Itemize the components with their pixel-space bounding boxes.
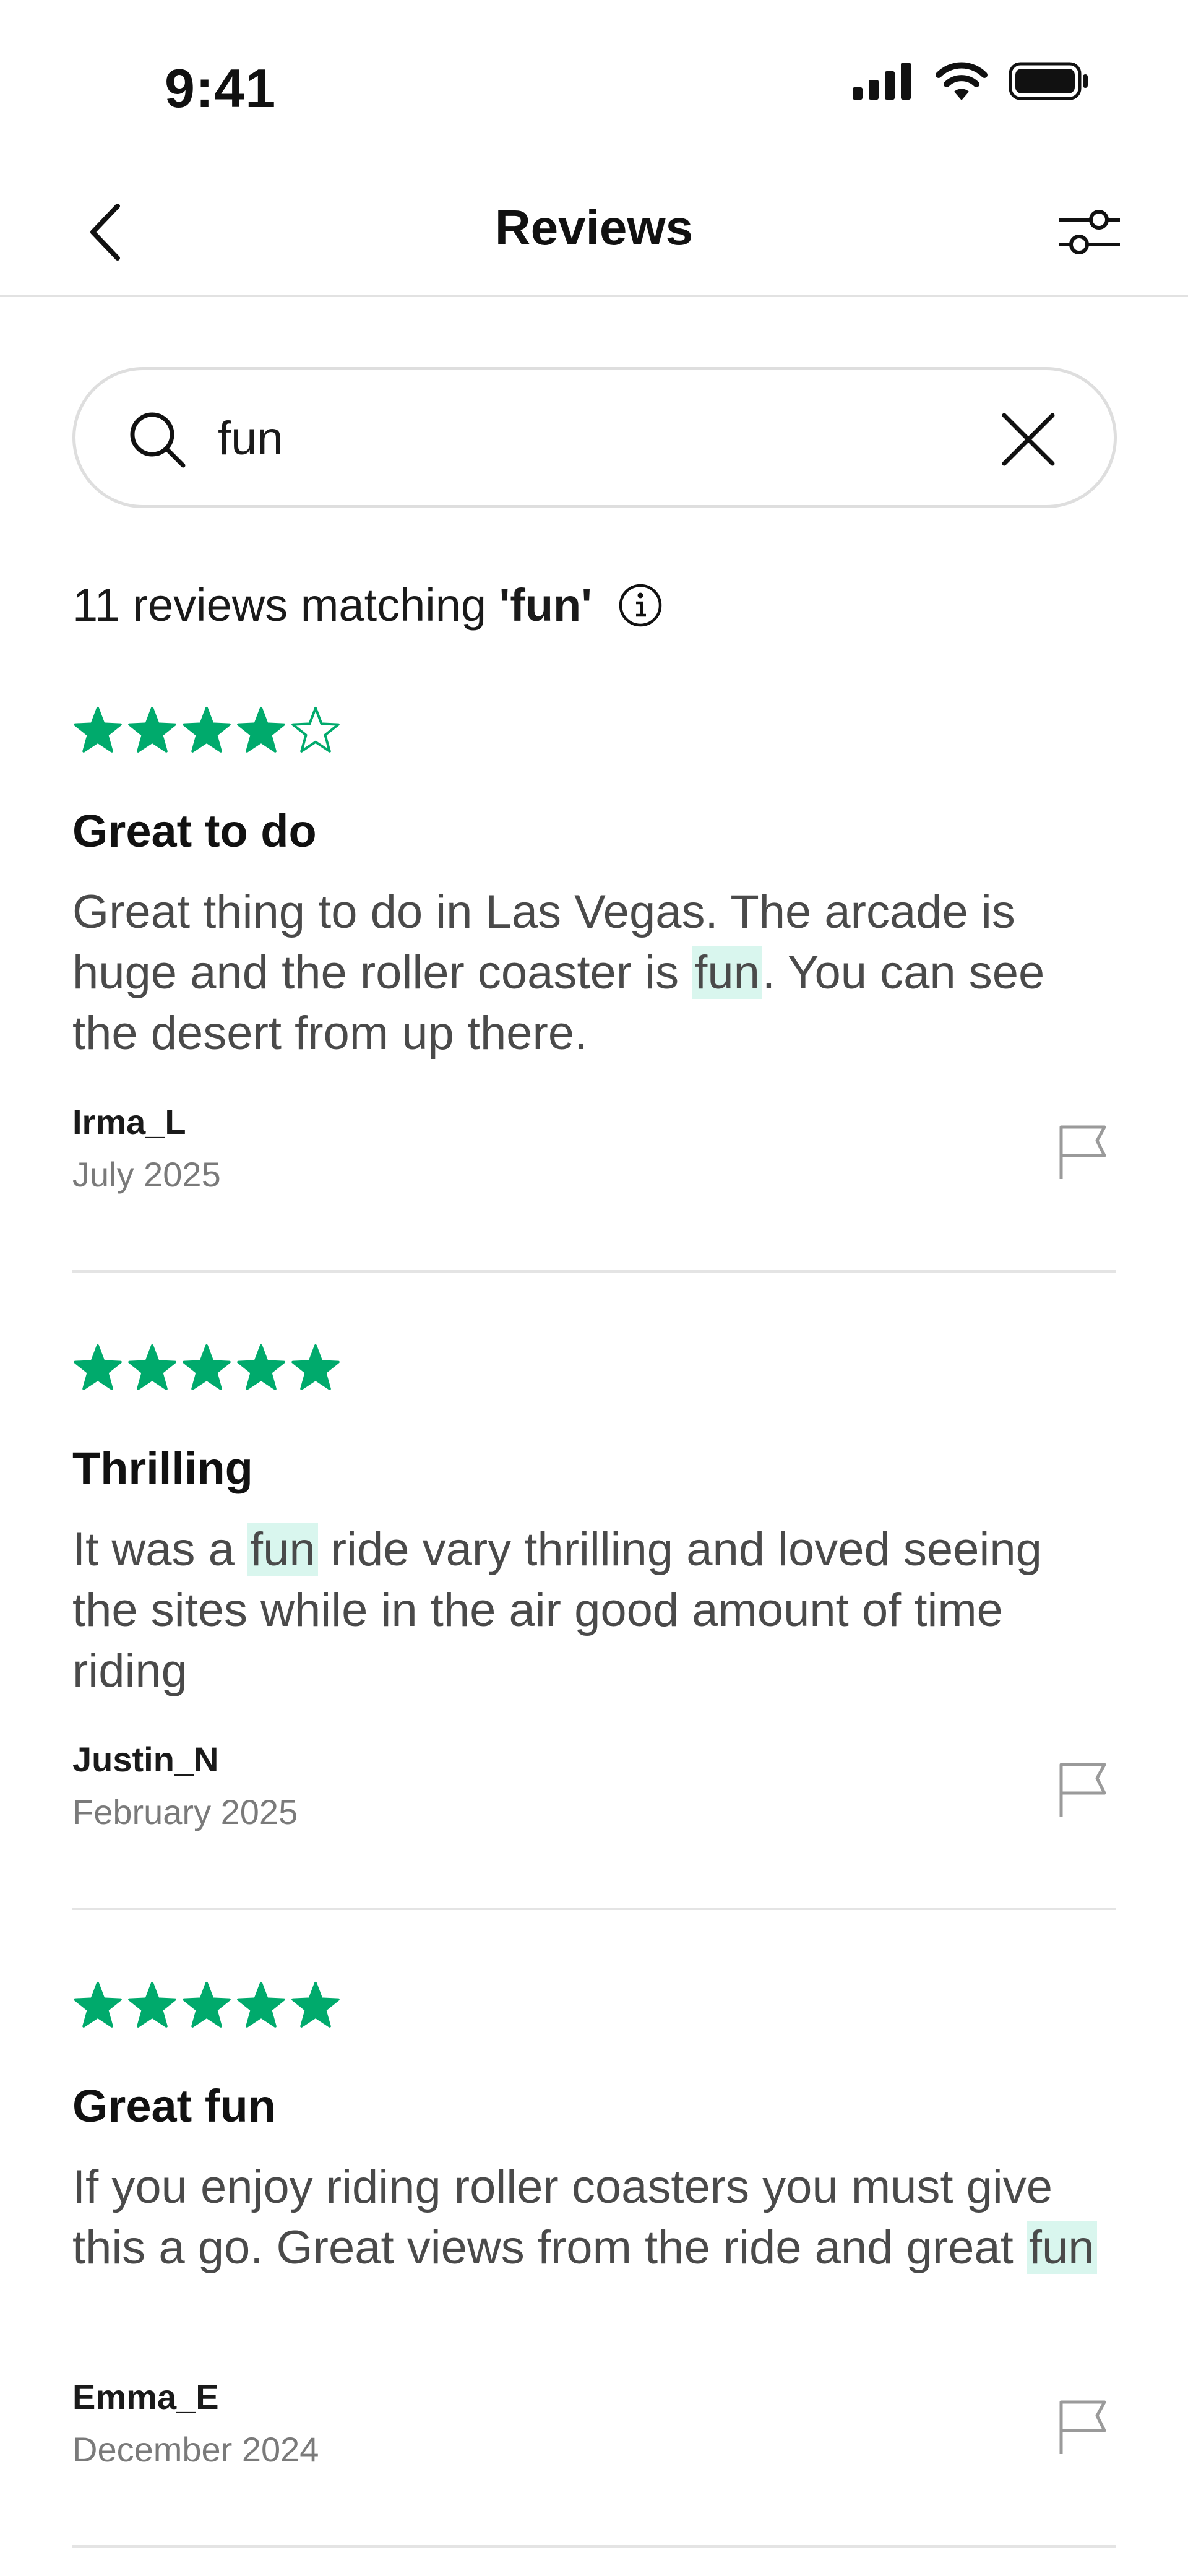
status-icons — [853, 62, 1089, 100]
star-rating — [72, 706, 1116, 761]
star-filled-icon — [74, 1982, 122, 2028]
battery-icon — [1009, 62, 1088, 100]
review-author[interactable]: Emma_E — [72, 2377, 219, 2417]
flag-icon[interactable] — [1057, 1761, 1109, 1818]
star-empty-icon — [291, 707, 340, 753]
star-filled-icon — [237, 1982, 285, 2028]
signal-icon — [853, 63, 911, 100]
review-date: July 2025 — [72, 1155, 221, 1194]
star-filled-icon — [291, 1344, 340, 1390]
clear-search-button[interactable] — [997, 408, 1059, 470]
review-body-text: If you enjoy riding roller coasters you … — [72, 2161, 1053, 2274]
search-match-highlight: fun — [1026, 2221, 1097, 2274]
star-filled-icon — [183, 1344, 231, 1390]
review-date: February 2025 — [72, 1792, 298, 1831]
star-filled-icon — [183, 707, 231, 753]
review-body: Great thing to do in Las Vegas. The arca… — [72, 882, 1116, 1064]
review-body-text: It was a — [72, 1523, 248, 1576]
search-icon — [130, 412, 186, 468]
status-time: 9:41 — [165, 58, 277, 119]
results-summary: 11 reviews matching 'fun' — [72, 579, 663, 631]
star-filled-icon — [128, 1982, 176, 2028]
nav-bar: Reviews — [0, 167, 1188, 297]
star-rating — [72, 1981, 1116, 2036]
review-card: Great fun If you enjoy riding roller coa… — [72, 1981, 1116, 2488]
filter-button[interactable] — [1052, 201, 1126, 263]
search-match-highlight: fun — [248, 1523, 318, 1576]
search-bar[interactable] — [72, 367, 1117, 508]
reviews-screen: 9:41 Reviews fun 11 reviews matching 'fu… — [0, 0, 1188, 2576]
divider — [72, 1270, 1116, 1273]
close-icon — [1002, 413, 1055, 466]
review-author[interactable]: Justin_N — [72, 1739, 219, 1779]
review-title: Great fun — [72, 2080, 276, 2132]
search-input[interactable] — [218, 400, 991, 477]
flag-icon[interactable] — [1057, 2398, 1109, 2455]
star-filled-icon — [128, 707, 176, 753]
star-filled-icon — [237, 1344, 285, 1390]
star-filled-icon — [291, 1982, 340, 2028]
star-filled-icon — [183, 1982, 231, 2028]
search-match-highlight: fun — [692, 946, 762, 999]
review-date: December 2024 — [72, 2430, 319, 2469]
review-title: Great to do — [72, 805, 317, 857]
flag-icon[interactable] — [1057, 1123, 1109, 1180]
info-icon[interactable] — [618, 583, 663, 628]
star-filled-icon — [74, 707, 122, 753]
review-card: Thrilling It was a fun ride vary thrilli… — [72, 1343, 1116, 1851]
review-author[interactable]: Irma_L — [72, 1102, 186, 1142]
results-query: 'fun' — [499, 579, 592, 631]
review-body: It was a fun ride vary thrilling and lov… — [72, 1519, 1116, 1701]
star-filled-icon — [74, 1344, 122, 1390]
star-filled-icon — [237, 707, 285, 753]
star-filled-icon — [128, 1344, 176, 1390]
review-title: Thrilling — [72, 1443, 253, 1494]
review-body: If you enjoy riding roller coasters you … — [72, 2157, 1116, 2278]
results-count-text: 11 reviews matching — [72, 579, 499, 631]
divider — [72, 1908, 1116, 1910]
review-card: Great to do Great thing to do in Las Veg… — [72, 706, 1116, 1213]
status-bar: 9:41 — [0, 0, 1188, 167]
wifi-icon — [936, 62, 988, 100]
divider — [72, 2545, 1116, 2548]
page-title: Reviews — [494, 200, 694, 255]
sliders-icon — [1059, 210, 1120, 254]
star-rating — [72, 1343, 1116, 1399]
